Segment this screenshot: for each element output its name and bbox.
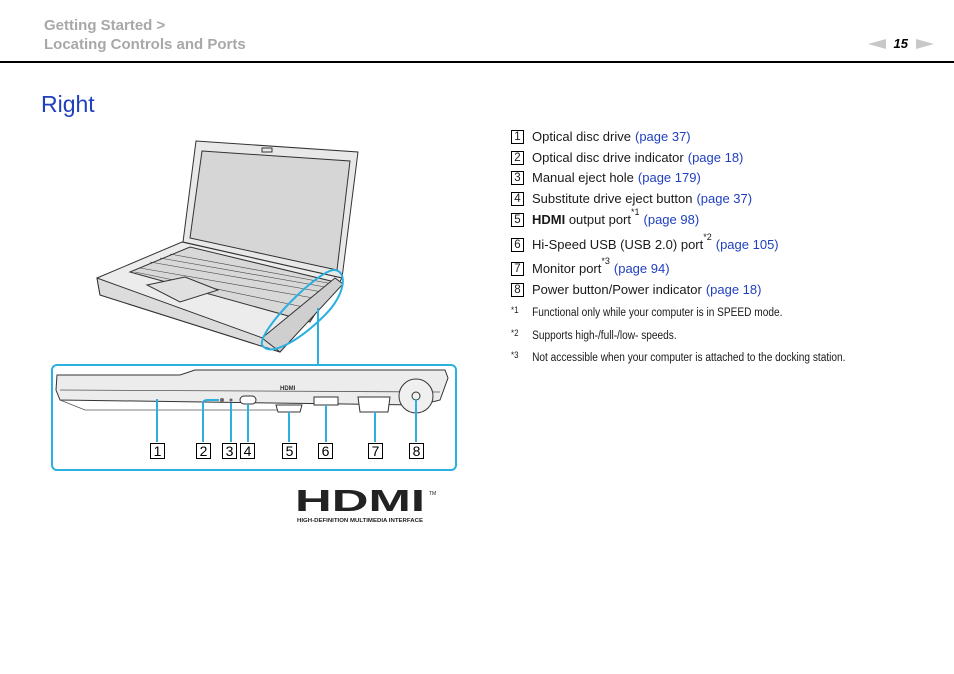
list-item: 6 Hi-Speed USB (USB 2.0) port *2 (page 10…: [511, 232, 779, 261]
callout-number: 2: [196, 443, 211, 459]
footnote: *1 Functional only while your computer i…: [511, 305, 845, 330]
callout-number: 3: [222, 443, 237, 459]
arrow-left-icon[interactable]: [867, 38, 886, 49]
list-item: 1 Optical disc drive (page 37): [511, 129, 779, 150]
item-number: 5: [511, 213, 524, 228]
item-label: output port: [565, 212, 631, 228]
page-link[interactable]: (page 179): [638, 170, 701, 185]
footnote: *3 Not accessible when your computer is …: [511, 350, 846, 375]
callout-number: 7: [368, 443, 383, 459]
page-link[interactable]: (page 18): [706, 282, 762, 297]
item-label: Manual eject hole: [532, 170, 634, 186]
hdmi-wordmark: HDMI: [295, 487, 425, 518]
item-label: Hi-Speed USB (USB 2.0) port: [532, 236, 704, 252]
item-label: Optical disc drive indicator: [532, 149, 684, 165]
item-number: 3: [511, 171, 524, 186]
callout-number: 5: [282, 443, 297, 459]
list-item: 5 HDMI output port *1 (page 98): [511, 208, 779, 236]
item-number: 4: [511, 191, 524, 206]
page-navigation: 15: [867, 36, 934, 51]
item-number: 1: [511, 130, 524, 144]
page-link[interactable]: (page 98): [644, 212, 700, 227]
page-link[interactable]: (page 37): [635, 129, 691, 144]
trademark: TM: [429, 491, 436, 497]
footnotes: *1 Functional only while your computer i…: [511, 305, 891, 375]
arrow-right-icon[interactable]: [916, 38, 934, 49]
list-item: 7 Monitor port *3 (page 94): [511, 257, 779, 282]
item-label: Optical disc drive: [532, 129, 631, 144]
footnote: *2 Supports high-/full-/low- speeds.: [511, 327, 845, 353]
callout-number: 4: [240, 443, 255, 459]
item-number: 6: [511, 237, 524, 252]
footnote-text: Supports high-/full-/low- speeds.: [532, 329, 677, 342]
callout-number: 1: [150, 443, 165, 459]
item-number: 7: [511, 262, 524, 277]
hdmi-logo: HDMI TM HIGH-DEFINITION MULTIMEDIA INTER…: [295, 487, 436, 524]
item-label: Power button/Power indicator: [532, 282, 702, 298]
callout-number: 6: [318, 443, 333, 459]
item-number: 2: [511, 150, 524, 165]
hdmi-tagline: HIGH-DEFINITION MULTIMEDIA INTERFACE: [297, 518, 424, 524]
page-link[interactable]: (page 18): [688, 150, 744, 165]
list-item: 8 Power button/Power indicator (page 18): [511, 282, 779, 303]
footnote-text: Functional only while your computer is i…: [532, 307, 783, 319]
footnote-mark: *3: [511, 350, 519, 360]
page-number: 15: [893, 36, 908, 51]
list-item: 2 Optical disc drive indicator (page 18): [511, 150, 779, 171]
page-link[interactable]: (page 94): [614, 261, 670, 276]
component-list: 1 Optical disc drive (page 37) 2 Optical…: [511, 129, 779, 303]
list-item: 3 Manual eject hole (page 179): [511, 170, 779, 191]
item-number: 8: [511, 283, 524, 298]
page-link[interactable]: (page 37): [696, 191, 752, 206]
page-link[interactable]: (page 105): [716, 237, 779, 252]
callout-number: 8: [409, 443, 424, 459]
list-item: 4 Substitute drive eject button (page 37…: [511, 191, 779, 212]
item-label: Monitor port: [532, 261, 602, 277]
item-label: Substitute drive eject button: [532, 190, 693, 206]
item-label-bold: HDMI: [532, 212, 566, 228]
footnote-mark: *1: [511, 305, 519, 315]
footnote-mark: *2: [511, 327, 519, 338]
footnote-text: Not accessible when your computer is att…: [532, 352, 846, 364]
